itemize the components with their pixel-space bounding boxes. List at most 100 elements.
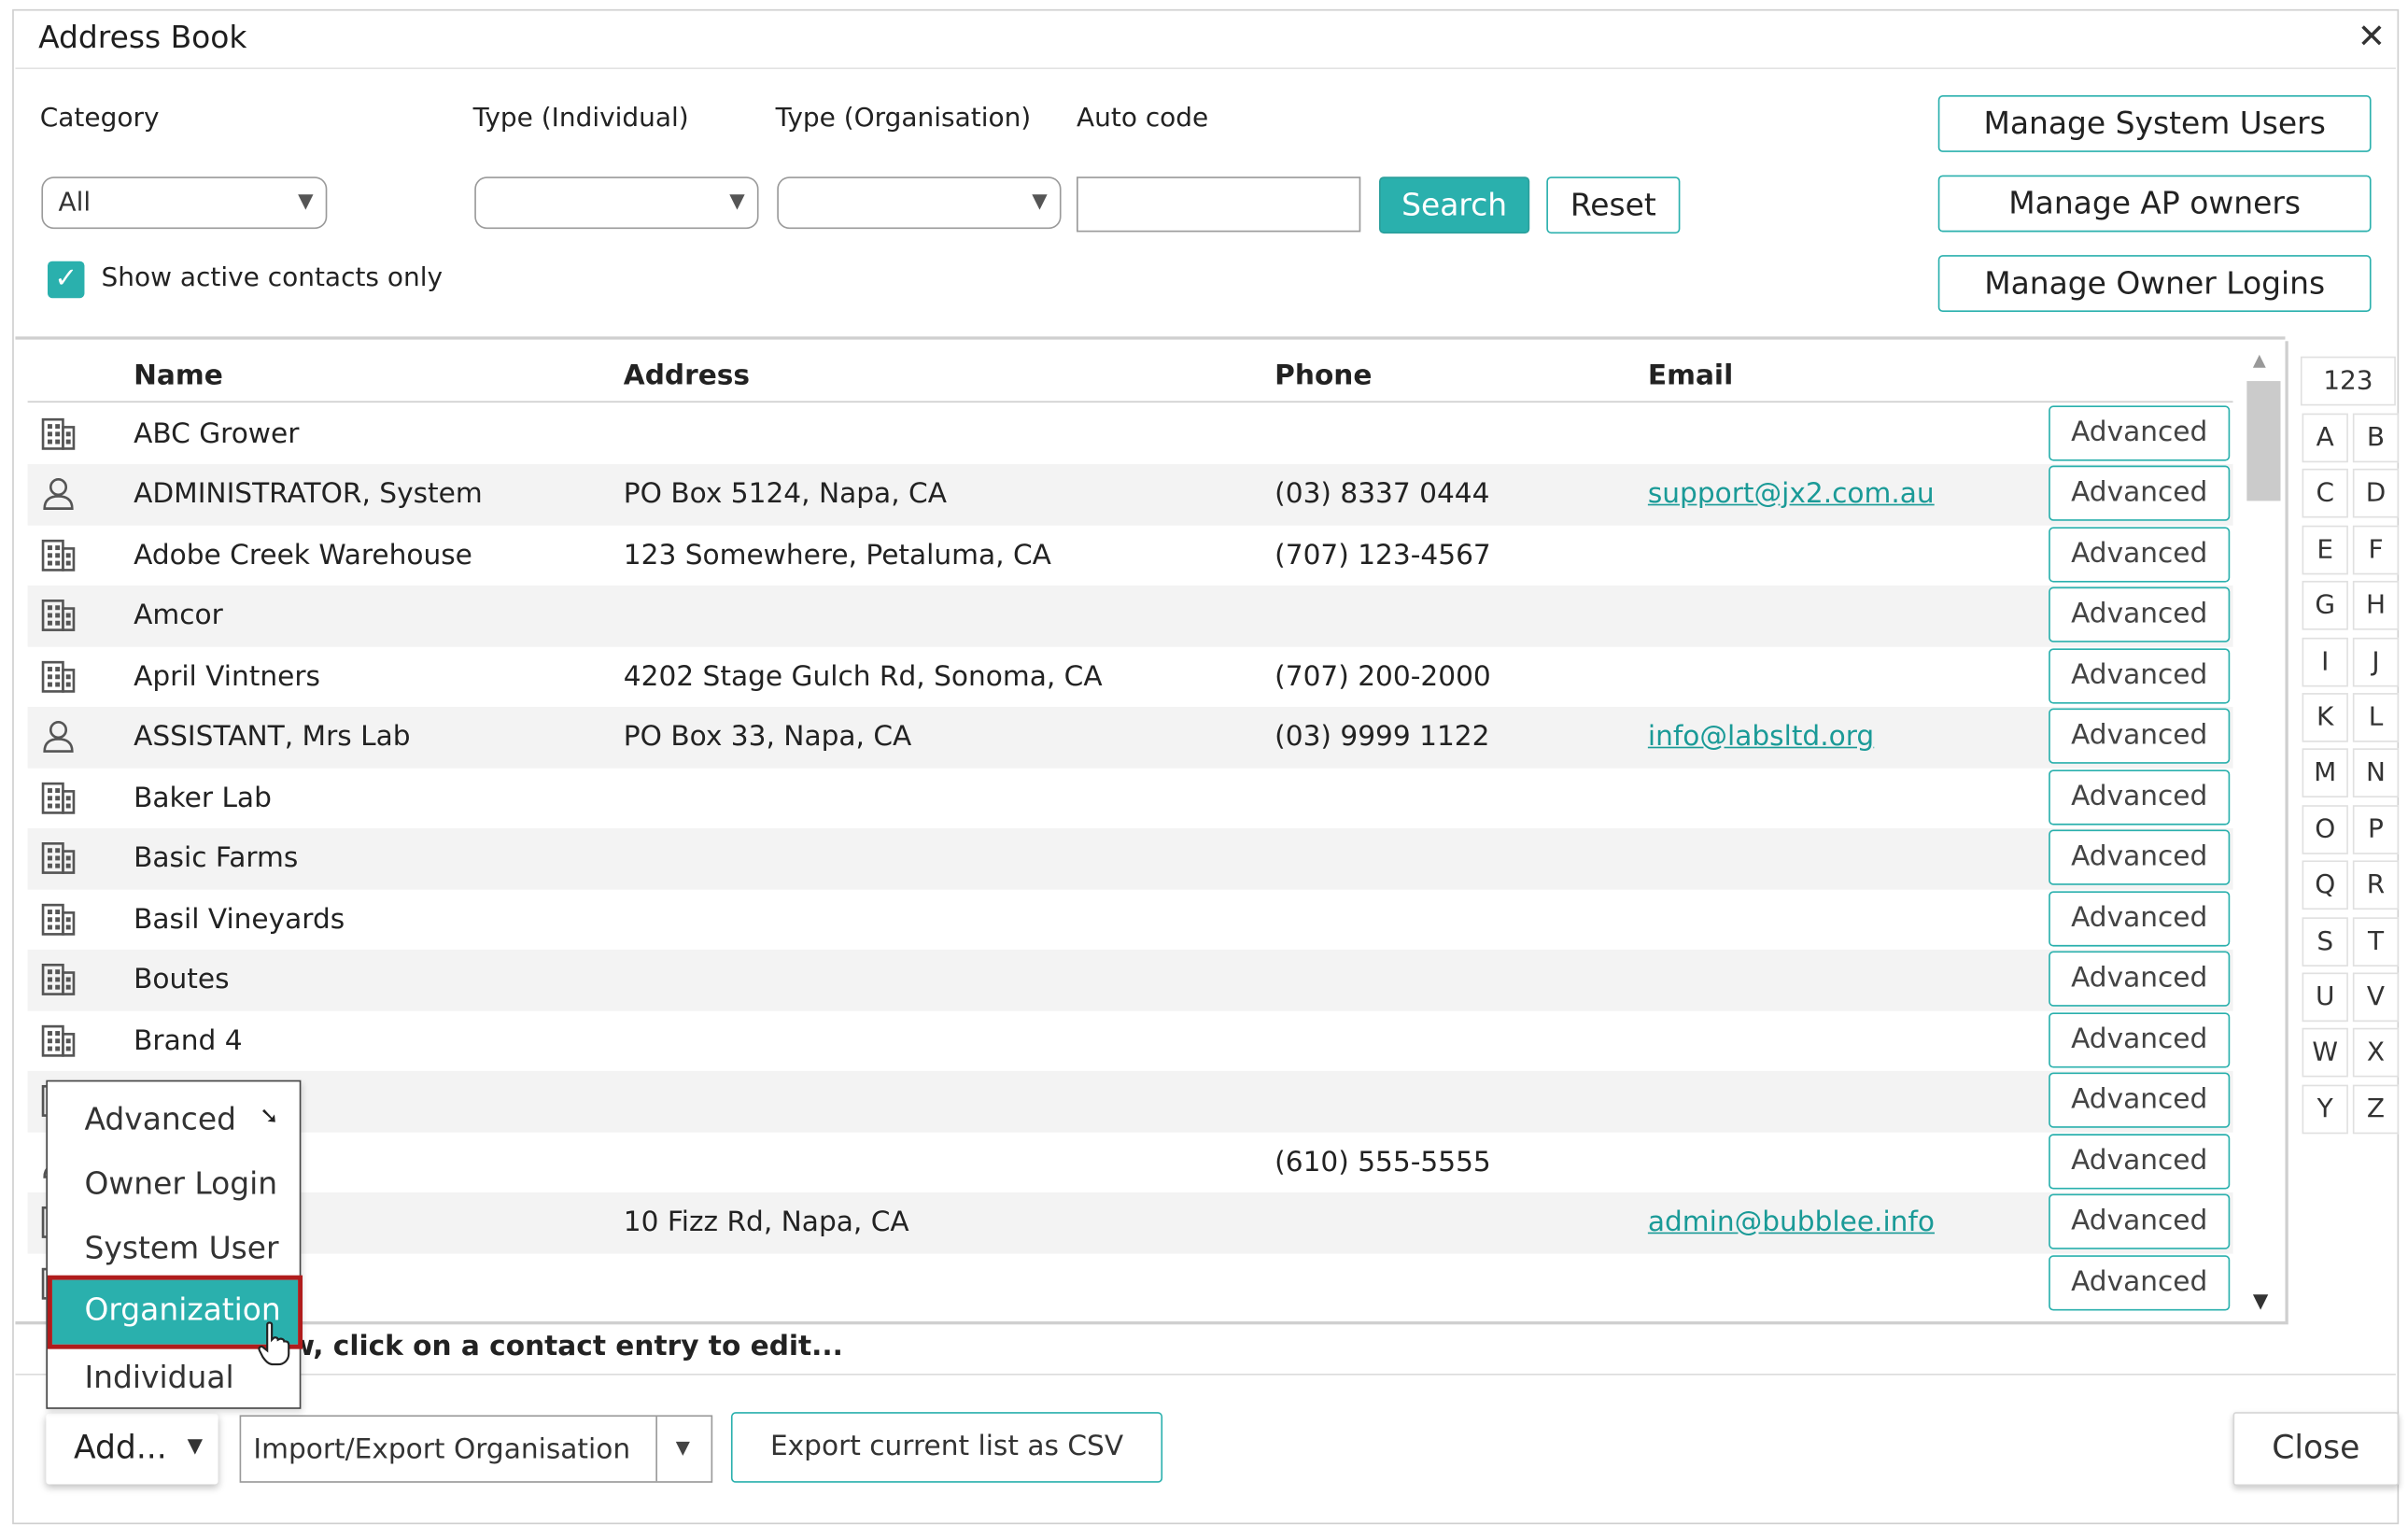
table-row[interactable]: ASSISTANT, Mrs Lab PO Box 33, Napa, CA (03… <box>27 706 2233 768</box>
contact-address: 10 Fizz Rd, Napa, CA <box>623 1206 909 1239</box>
table-row[interactable]: Baker Lab Advanced <box>28 768 2233 828</box>
contact-phone: (707) 123-4567 <box>1274 538 1491 571</box>
advanced-button[interactable]: Advanced <box>2049 1133 2231 1189</box>
alphabet-button-d[interactable]: D <box>2352 469 2400 519</box>
advanced-button[interactable]: Advanced <box>2049 1011 2231 1067</box>
table-row[interactable]: Amcor Advanced <box>27 585 2233 646</box>
alphabet-button-123[interactable]: 123 <box>2300 356 2396 406</box>
dropdown-arrow-icon: ▼ <box>298 190 314 214</box>
table-row[interactable]: Vines10 Fizz Rd, Napa, CAadmin@bubblee.i… <box>27 1192 2233 1253</box>
advanced-button[interactable]: Advanced <box>2049 1193 2231 1249</box>
export-csv-button[interactable]: Export current list as CSV <box>730 1412 1163 1483</box>
active-contacts-checkbox[interactable]: ✓ <box>47 261 85 299</box>
window-title: Address Book <box>38 18 247 56</box>
table-row[interactable]: Boutes Advanced <box>27 949 2233 1010</box>
alphabet-button-g[interactable]: G <box>2302 581 2348 630</box>
alphabet-button-o[interactable]: O <box>2302 804 2348 854</box>
table-row[interactable]: Brand 4 Advanced <box>28 1010 2233 1071</box>
alphabet-button-h[interactable]: H <box>2352 581 2400 630</box>
type-organisation-label: Type (Organisation) <box>775 103 1032 134</box>
table-row[interactable]: ab EstatesAdvanced <box>28 1253 2233 1314</box>
contact-email-link[interactable]: support@jx2.com.au <box>1648 478 1935 511</box>
reset-button[interactable]: Reset <box>1546 176 1681 234</box>
alphabet-button-m[interactable]: M <box>2302 748 2348 798</box>
manage-system-users-button[interactable]: Manage System Users <box>1937 95 2372 152</box>
alphabet-button-b[interactable]: B <box>2352 413 2400 463</box>
table-row[interactable]: arles(610) 555-5555Advanced <box>28 1132 2233 1192</box>
alphabet-button-w[interactable]: W <box>2302 1028 2348 1079</box>
scrollbar-thumb[interactable] <box>2246 381 2281 501</box>
advanced-button[interactable]: Advanced <box>2049 951 2231 1007</box>
table-row[interactable]: Basic Farms Advanced <box>27 827 2233 889</box>
contact-email-link[interactable]: admin@bubblee.info <box>1648 1206 1935 1239</box>
close-icon[interactable]: ✕ <box>2358 21 2386 55</box>
dropdown-arrow-icon: ▼ <box>1032 190 1048 214</box>
advanced-button[interactable]: Advanced <box>2049 1254 2231 1310</box>
table-row[interactable]: Adobe Creek Warehouse 123 Somewhere, Peta… <box>28 525 2233 586</box>
alphabet-button-z[interactable]: Z <box>2352 1084 2400 1134</box>
advanced-button[interactable]: Advanced <box>2049 769 2231 825</box>
building-icon <box>40 839 77 875</box>
alphabet-button-u[interactable]: U <box>2302 972 2348 1023</box>
alphabet-button-p[interactable]: P <box>2352 804 2400 854</box>
menu-item-owner-login[interactable]: Owner Login <box>84 1164 277 1201</box>
table-row[interactable]: ABC Grower Advanced <box>28 403 2233 464</box>
alphabet-button-q[interactable]: Q <box>2302 860 2348 910</box>
advanced-button[interactable]: Advanced <box>2049 404 2231 460</box>
category-select[interactable]: All ▼ <box>41 176 328 230</box>
advanced-button[interactable]: Advanced <box>2049 647 2231 703</box>
advanced-button[interactable]: Advanced <box>2049 526 2231 582</box>
menu-item-advanced[interactable]: Advanced <box>84 1100 236 1136</box>
menu-item-owner-login-label: Owner Login <box>84 1164 278 1202</box>
alphabet-button-s[interactable]: S <box>2302 916 2348 967</box>
alphabet-button-t[interactable]: T <box>2352 916 2400 967</box>
alphabet-button-n[interactable]: N <box>2352 748 2400 798</box>
column-header-email: Email <box>1647 360 1734 392</box>
person-icon <box>40 474 77 511</box>
type-organisation-select[interactable]: ▼ <box>777 176 1062 230</box>
caret-down-icon[interactable]: ▼ <box>676 1436 690 1458</box>
alphabet-button-k[interactable]: K <box>2302 693 2348 742</box>
category-select-value: All <box>58 187 92 219</box>
search-button[interactable]: Search <box>1379 176 1530 234</box>
advanced-button[interactable]: Advanced <box>2049 465 2231 521</box>
contact-email-link[interactable]: info@labsltd.org <box>1648 721 1874 754</box>
alphabet-button-v[interactable]: V <box>2352 972 2400 1023</box>
manage-ap-owners-button[interactable]: Manage AP owners <box>1937 175 2372 233</box>
alphabet-button-f[interactable]: F <box>2352 525 2400 575</box>
import-export-dropdown[interactable]: Import/Export Organisation ▼ <box>239 1415 713 1483</box>
alphabet-button-c[interactable]: C <box>2302 469 2348 519</box>
scroll-down-icon[interactable]: ▼ <box>2253 1291 2268 1314</box>
table-row[interactable]: Advanced <box>27 1070 2233 1132</box>
alphabet-button-l[interactable]: L <box>2352 693 2400 742</box>
manage-owner-logins-button[interactable]: Manage Owner Logins <box>1937 255 2372 313</box>
table-row[interactable]: April Vintners 4202 Stage Gulch Rd, Sonom… <box>28 646 2233 707</box>
alphabet-button-i[interactable]: I <box>2302 637 2348 686</box>
advanced-button[interactable]: Advanced <box>2049 1072 2231 1128</box>
close-button[interactable]: Close <box>2232 1412 2400 1487</box>
add-button[interactable]: Add... ▼ <box>46 1413 218 1485</box>
advanced-button[interactable]: Advanced <box>2049 708 2231 764</box>
auto-code-input[interactable] <box>1077 176 1361 233</box>
building-icon <box>40 535 77 571</box>
alphabet-button-y[interactable]: Y <box>2302 1084 2348 1134</box>
menu-item-advanced-label: Advanced <box>84 1100 236 1137</box>
table-row[interactable]: Basil Vineyards Advanced <box>28 889 2233 950</box>
type-individual-label: Type (Individual) <box>472 103 689 134</box>
type-individual-select[interactable]: ▼ <box>474 176 759 230</box>
table-row[interactable]: ADMINISTRATOR, System PO Box 5124, Napa, … <box>27 463 2233 525</box>
building-icon <box>40 778 77 814</box>
alphabet-button-x[interactable]: X <box>2352 1028 2400 1079</box>
alphabet-button-a[interactable]: A <box>2302 413 2348 463</box>
advanced-button[interactable]: Advanced <box>2049 586 2231 642</box>
menu-item-organization-label: Organization <box>84 1291 281 1328</box>
advanced-button[interactable]: Advanced <box>2049 829 2231 885</box>
alphabet-button-j[interactable]: J <box>2352 637 2400 686</box>
contact-name: Boutes <box>134 963 230 996</box>
advanced-button[interactable]: Advanced <box>2049 890 2231 946</box>
alphabet-button-e[interactable]: E <box>2302 525 2348 575</box>
alphabet-button-r[interactable]: R <box>2352 860 2400 910</box>
scroll-up-icon[interactable]: ▲ <box>2253 350 2266 370</box>
menu-item-individual[interactable]: Individual <box>84 1359 233 1395</box>
menu-item-system-user[interactable]: System User <box>84 1229 278 1265</box>
